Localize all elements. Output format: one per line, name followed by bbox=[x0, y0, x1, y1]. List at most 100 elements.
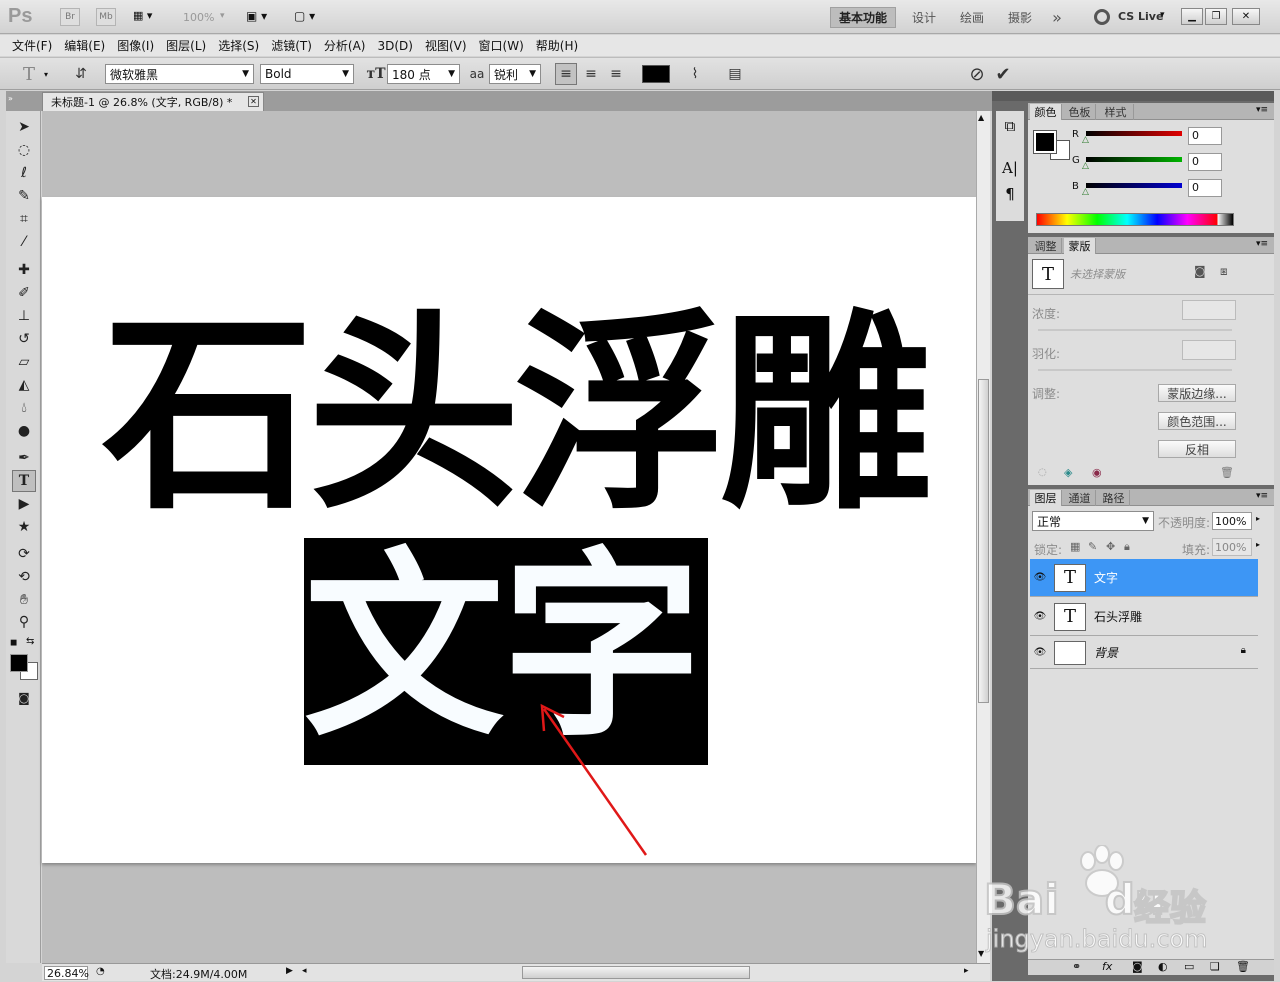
document-tab[interactable]: 未标题-1 @ 26.8% (文字, RGB/8) * ✕ bbox=[42, 92, 264, 111]
visibility-eye-icon[interactable]: 👁︎ bbox=[1030, 647, 1050, 658]
slider-handle-icon[interactable]: △ bbox=[1082, 187, 1089, 197]
text-color-swatch[interactable] bbox=[642, 65, 670, 83]
channel-slider-g[interactable] bbox=[1086, 157, 1182, 162]
restore-icon[interactable]: ❐ bbox=[1205, 8, 1227, 25]
layer-row-wenzi[interactable]: 👁︎ T 文字 bbox=[1030, 559, 1258, 597]
quick-selection-tool-icon[interactable]: ✎ bbox=[12, 185, 36, 207]
history-icon[interactable]: ⧉ bbox=[996, 117, 1024, 135]
crop-tool-icon[interactable]: ⌗ bbox=[12, 208, 36, 230]
lock-transparent-icon[interactable]: ▦ bbox=[1070, 540, 1080, 553]
menu-window[interactable]: 窗口(W) bbox=[473, 37, 530, 54]
blend-mode-select[interactable]: 正常 ▼ bbox=[1032, 511, 1154, 531]
paragraph-icon[interactable]: ¶ bbox=[996, 185, 1024, 203]
scroll-left-icon[interactable]: ◂ bbox=[302, 966, 307, 976]
canvas-area[interactable]: 石头浮雕 文字 bbox=[42, 111, 976, 963]
bridge-button[interactable]: Br bbox=[60, 8, 80, 26]
history-brush-tool-icon[interactable]: ↺ bbox=[12, 328, 36, 350]
layer-name[interactable]: 石头浮雕 bbox=[1094, 608, 1142, 625]
align-left-icon[interactable]: ≡ bbox=[555, 63, 577, 85]
lasso-tool-icon[interactable]: ℓ bbox=[12, 162, 36, 184]
channel-value-r[interactable]: 0 bbox=[1188, 127, 1222, 145]
clone-stamp-tool-icon[interactable]: ⊥ bbox=[12, 305, 36, 327]
menu-view[interactable]: 视图(V) bbox=[419, 37, 473, 54]
healing-brush-tool-icon[interactable]: ✚ bbox=[12, 259, 36, 281]
cs-live-menu[interactable]: CS Live bbox=[1118, 10, 1163, 23]
tab-channels[interactable]: 通道 bbox=[1064, 490, 1096, 506]
density-slider[interactable] bbox=[1038, 329, 1232, 331]
new-layer-icon[interactable]: ❏ bbox=[1210, 960, 1220, 973]
menu-select[interactable]: 选择(S) bbox=[212, 37, 265, 54]
lock-all-icon[interactable]: 🔒︎ bbox=[1124, 540, 1130, 554]
default-colors-icon[interactable]: ◼ bbox=[10, 638, 17, 648]
tab-swatches[interactable]: 色板 bbox=[1064, 104, 1096, 120]
warp-text-icon[interactable]: ⌇ bbox=[684, 63, 706, 85]
layer-row-background[interactable]: 👁︎ 背景 🔒︎ bbox=[1030, 637, 1258, 669]
quick-mask-icon[interactable]: ◙ bbox=[12, 687, 36, 709]
fill-field[interactable]: 100% bbox=[1212, 538, 1252, 556]
load-selection-icon[interactable]: ◌ bbox=[1038, 467, 1047, 478]
density-field[interactable] bbox=[1182, 300, 1236, 320]
menu-layer[interactable]: 图层(L) bbox=[160, 37, 212, 54]
channel-slider-b[interactable] bbox=[1086, 183, 1182, 188]
type-tool-icon[interactable]: T bbox=[12, 470, 36, 492]
foreground-swatch[interactable] bbox=[1033, 130, 1057, 154]
visibility-eye-icon[interactable]: 👁︎ bbox=[1030, 572, 1050, 583]
font-style-select[interactable]: Bold ▼ bbox=[260, 64, 354, 84]
custom-shape-tool-icon[interactable]: ★ bbox=[12, 516, 36, 538]
align-right-icon[interactable]: ≡ bbox=[605, 63, 627, 85]
add-mask-icon[interactable]: ◙ bbox=[1132, 960, 1143, 973]
document-canvas[interactable]: 石头浮雕 文字 bbox=[42, 197, 976, 863]
panel-menu-icon[interactable]: ▾≡ bbox=[1256, 105, 1268, 115]
dodge-tool-icon[interactable]: ● bbox=[12, 420, 36, 442]
channel-slider-r[interactable] bbox=[1086, 131, 1182, 136]
zoom-level-dropdown[interactable]: 100% bbox=[183, 11, 214, 24]
path-selection-tool-icon[interactable]: ▶ bbox=[12, 493, 36, 515]
color-range-button[interactable]: 颜色范围... bbox=[1158, 412, 1236, 430]
arrange-documents-icon[interactable]: ▣ ▾ bbox=[246, 9, 267, 23]
character-icon[interactable]: A| bbox=[996, 159, 1024, 177]
close-tab-icon[interactable]: ✕ bbox=[248, 96, 259, 107]
status-info-icon[interactable]: ◔ bbox=[96, 966, 105, 977]
color-ramp[interactable] bbox=[1036, 213, 1234, 226]
menu-filter[interactable]: 滤镜(T) bbox=[265, 37, 318, 54]
fill-slider-icon[interactable]: ▸ bbox=[1256, 540, 1260, 549]
vertical-scroll-thumb[interactable] bbox=[978, 379, 989, 703]
disable-mask-icon[interactable]: ◉ bbox=[1092, 466, 1102, 479]
tab-styles[interactable]: 样式 bbox=[1098, 104, 1134, 120]
workspace-essentials[interactable]: 基本功能 bbox=[830, 7, 896, 28]
foreground-color-swatch[interactable] bbox=[10, 654, 28, 672]
3d-rotate-tool-icon[interactable]: ⟳ bbox=[12, 543, 36, 565]
commit-edits-icon[interactable]: ✔ bbox=[992, 63, 1014, 85]
eraser-tool-icon[interactable]: ▱ bbox=[12, 351, 36, 373]
workspace-photography[interactable]: 摄影 bbox=[1000, 7, 1040, 28]
pen-tool-icon[interactable]: ✒ bbox=[12, 447, 36, 469]
menu-edit[interactable]: 编辑(E) bbox=[58, 37, 111, 54]
delete-mask-icon[interactable]: 🗑︎ bbox=[1220, 466, 1234, 479]
menu-3d[interactable]: 3D(D) bbox=[371, 39, 418, 53]
menu-help[interactable]: 帮助(H) bbox=[530, 37, 584, 54]
horizontal-scroll-thumb[interactable] bbox=[522, 966, 750, 979]
tab-adjustments[interactable]: 调整 bbox=[1030, 238, 1062, 254]
tab-color[interactable]: 颜色 bbox=[1030, 104, 1062, 120]
lock-position-icon[interactable]: ✥ bbox=[1106, 540, 1115, 553]
apply-mask-icon[interactable]: ◈ bbox=[1064, 466, 1072, 479]
layer-name[interactable]: 背景 bbox=[1094, 644, 1118, 661]
lock-image-icon[interactable]: ✎ bbox=[1088, 540, 1097, 553]
slider-handle-icon[interactable]: △ bbox=[1082, 135, 1089, 145]
align-center-icon[interactable]: ≡ bbox=[580, 63, 602, 85]
scroll-up-icon[interactable]: ▲ bbox=[978, 113, 984, 122]
zoom-tool-icon[interactable]: ⚲ bbox=[12, 611, 36, 633]
collapse-icon[interactable]: » bbox=[8, 94, 13, 103]
move-tool-icon[interactable]: ➤ bbox=[12, 116, 36, 138]
brush-tool-icon[interactable]: ✐ bbox=[12, 282, 36, 304]
feather-slider[interactable] bbox=[1038, 369, 1232, 371]
cancel-edits-icon[interactable]: ⊘ bbox=[966, 63, 988, 85]
tool-preset-icon[interactable]: T bbox=[18, 63, 40, 85]
minibridge-button[interactable]: Mb bbox=[96, 8, 116, 26]
workspace-design[interactable]: 设计 bbox=[904, 7, 944, 28]
layer-row-stone-relief[interactable]: 👁︎ T 石头浮雕 bbox=[1030, 598, 1258, 636]
font-size-select[interactable]: 180 点 ▼ bbox=[387, 64, 460, 84]
delete-layer-icon[interactable]: 🗑︎ bbox=[1236, 960, 1250, 973]
mask-edge-button[interactable]: 蒙版边缘... bbox=[1158, 384, 1236, 402]
text-orientation-icon[interactable]: ⇵ bbox=[70, 63, 92, 85]
